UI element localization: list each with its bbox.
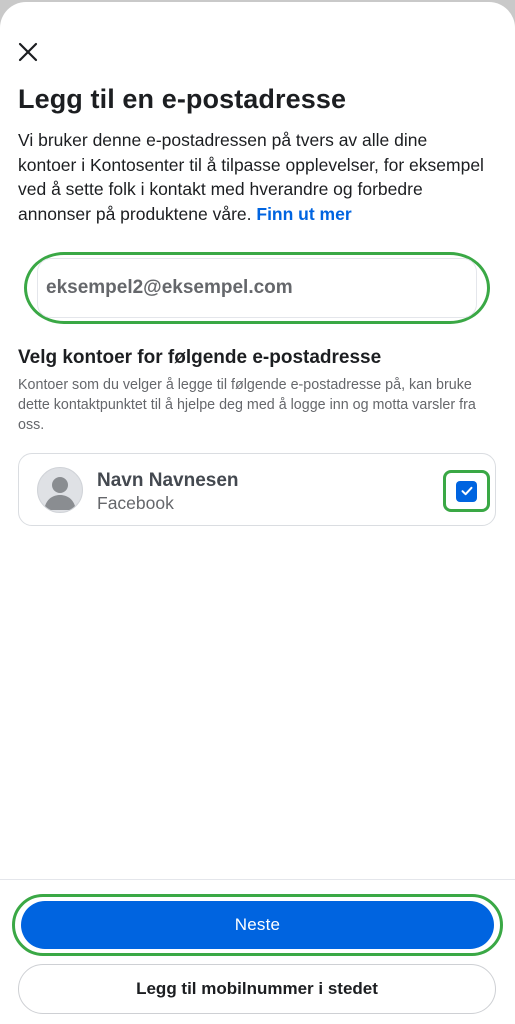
add-phone-instead-button[interactable]: Legg til mobilnummer i stedet (18, 964, 496, 1014)
account-item[interactable]: Navn Navnesen Facebook (18, 453, 496, 526)
account-name: Navn Navnesen (97, 470, 239, 491)
page-title: Legg til en e-postadresse (18, 84, 347, 114)
email-field-highlight (24, 252, 490, 324)
next-button[interactable]: Neste (21, 901, 494, 949)
default-avatar-icon (37, 467, 83, 513)
email-input[interactable] (37, 258, 477, 318)
accounts-section-title: Velg kontoer for følgende e-postadresse (18, 347, 382, 368)
close-icon (18, 42, 38, 62)
learn-more-link[interactable]: Finn ut mer (256, 204, 351, 224)
account-platform: Facebook (97, 493, 174, 513)
checkmark-icon (461, 486, 472, 496)
bottom-sheet: Legg til en e-postadresse Vi bruker denn… (0, 2, 515, 1024)
checkbox-checked (456, 480, 477, 502)
intro-text: Vi bruker denne e-postadressen på tvers … (18, 130, 484, 224)
account-checkbox[interactable] (443, 470, 490, 512)
footer-divider (0, 879, 515, 880)
close-button[interactable] (10, 34, 46, 70)
next-button-highlight: Neste (12, 894, 503, 956)
intro-description: Vi bruker denne e-postadressen på tvers … (18, 128, 488, 226)
accounts-section-subtitle: Kontoer som du velger å legge til følgen… (18, 377, 476, 433)
